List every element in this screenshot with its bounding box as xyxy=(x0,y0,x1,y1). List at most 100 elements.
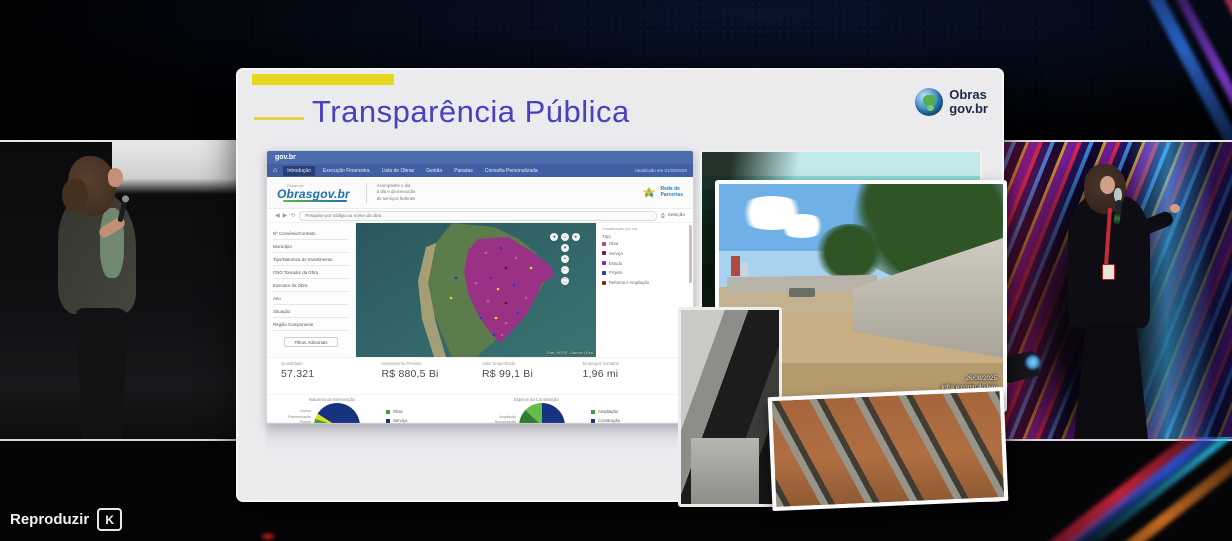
filter-item[interactable]: Município xyxy=(273,240,349,253)
presenter-left xyxy=(52,156,172,439)
play-label[interactable]: Reproduzir xyxy=(10,511,89,528)
stage-light-glow xyxy=(262,534,274,539)
legend-item[interactable]: Projeto xyxy=(602,270,689,275)
chart-legend-item: Obra xyxy=(386,409,407,414)
filter-item[interactable]: Executor da Obra xyxy=(273,279,349,292)
nav-items: Introdução Execução Financeira Lista de Ob… xyxy=(283,166,541,176)
home-icon[interactable]: ⌂ xyxy=(273,167,277,174)
refresh-icon[interactable]: ⟲ xyxy=(290,212,295,219)
presenter-right xyxy=(1058,164,1178,439)
filter-item[interactable]: Região Componente xyxy=(273,318,349,331)
forward-icon[interactable]: ▶ xyxy=(283,212,288,219)
nav-item[interactable]: Introdução xyxy=(283,166,315,176)
logo-line1: Obras xyxy=(949,88,988,102)
pan-right-button[interactable]: ▸ xyxy=(572,233,580,241)
portal-screenshot: gov.br ⌂ Introdução Execução Financeira Li… xyxy=(266,150,694,424)
stat-label: Valor Empenhado xyxy=(482,361,583,366)
map-panel[interactable]: ◂ ⌂ ▸ ▾ + − ⛶ Esri, HERE, Garmin | Esri xyxy=(356,223,596,357)
portal-body: Nº Convênio/ContratoMunicípioTipo/Nature… xyxy=(267,223,693,357)
chart-group: Natureza da Intervenção OutrosPavimentaçã… xyxy=(275,395,480,424)
portal-tagline: Acompanhe o diaa dia e da execuçãode ser… xyxy=(377,183,415,202)
legend-item-label: Serviço xyxy=(609,251,623,256)
charts-row: Natureza da Intervenção OutrosPavimentaçã… xyxy=(267,394,693,424)
chart-title: Natureza da Intervenção xyxy=(309,397,480,402)
chart-legend: AmpliaçãoConstrução xyxy=(591,409,620,424)
stat: Quantidade57.321 xyxy=(281,361,382,394)
presentation-slide: Transparência Pública Obras gov.br gov.b… xyxy=(236,68,1004,502)
stats-row: Quantidade57.321Investimento PrevistoR$ … xyxy=(267,357,693,394)
nav-item[interactable]: Consulta Personalizada xyxy=(481,166,542,176)
filter-sidebar: Nº Convênio/ContratoMunicípioTipo/Nature… xyxy=(267,223,356,357)
legend-color-dot xyxy=(602,251,606,255)
nav-item[interactable]: Lista de Obras xyxy=(378,166,419,176)
filter-item[interactable]: CNO Tomador da Obra xyxy=(273,266,349,279)
nav-item[interactable]: Execução Financeira xyxy=(319,166,374,176)
legend-item[interactable]: Reforma e Ampliação xyxy=(602,280,689,285)
obrasgovbr-logo: Obras gov.br xyxy=(915,88,988,116)
slide-accent-dash xyxy=(254,117,304,120)
chart-legend-dot xyxy=(386,419,390,423)
half-donut-chart xyxy=(314,403,360,424)
stat-label: Quantidade xyxy=(281,361,382,366)
filter-item[interactable]: Situação xyxy=(273,305,349,318)
zoom-out-button[interactable]: − xyxy=(561,266,569,274)
updated-label: Atualizado em 01/09/2025 xyxy=(635,168,687,173)
stage-left xyxy=(0,140,237,441)
stat-value: 1,96 mi xyxy=(583,368,684,380)
map-home-button[interactable]: ⌂ xyxy=(561,233,569,241)
legend-item[interactable]: Estudo xyxy=(602,261,689,266)
stat-value: R$ 880,5 Bi xyxy=(382,368,483,380)
portal-toolbar: ◀ ▶ ⟲ ⎙ Seleção xyxy=(267,209,693,223)
photo-caption-line: 26/08/2025 xyxy=(941,374,997,383)
stat: Valor EmpenhadoR$ 99,1 Bi xyxy=(482,361,583,394)
legend-item-label: Projeto xyxy=(609,270,622,275)
legend-color-dot xyxy=(602,261,606,265)
legend-item[interactable]: Serviço xyxy=(602,251,689,256)
microphone-icon xyxy=(1114,188,1122,202)
portal-reflection xyxy=(266,423,692,449)
half-donut-chart xyxy=(519,403,565,424)
map-attribution: Esri, HERE, Garmin | Esri xyxy=(547,350,593,355)
filter-item[interactable]: Tipo/Natureza do Investimento xyxy=(273,253,349,266)
chart-legend-label: Ampliação xyxy=(598,409,618,414)
stat-label: Empregos Gerados xyxy=(583,361,684,366)
filter-item[interactable]: Ano xyxy=(273,292,349,305)
legend-item[interactable]: Obra xyxy=(602,241,689,246)
zoom-in-button[interactable]: + xyxy=(561,255,569,263)
selection-label[interactable]: Seleção xyxy=(668,213,685,218)
light-streaks-top-right xyxy=(1082,0,1232,140)
chart-legend-label: Obra xyxy=(393,409,403,414)
fullscreen-button[interactable]: ⛶ xyxy=(561,277,569,285)
filter-item[interactable]: Nº Convênio/Contrato xyxy=(273,227,349,240)
tagline-line: de serviços federais xyxy=(377,196,415,202)
partner-line2: Parcerias xyxy=(660,193,683,199)
chart-legend-item: Ampliação xyxy=(591,409,620,414)
player-overlay[interactable]: Reproduzir K xyxy=(10,508,122,531)
export-icon[interactable]: ⎙ xyxy=(661,213,665,219)
govbr-brand: gov.br xyxy=(275,154,296,161)
stat: Empregos Gerados 1,96 mi xyxy=(583,361,684,394)
more-filters-button[interactable]: Filtros Adicionais xyxy=(284,337,338,347)
scrollbar[interactable] xyxy=(689,225,692,283)
legend-title: Classificação por cor xyxy=(602,227,689,231)
portal-search-input[interactable] xyxy=(299,211,657,221)
pan-down-button[interactable]: ▾ xyxy=(561,244,569,252)
legend-color-dot xyxy=(602,242,606,246)
legend-color-dot xyxy=(602,281,606,285)
back-icon[interactable]: ◀ xyxy=(275,212,280,219)
portal-navbar: ⌂ Introdução Execução Financeira Lista de … xyxy=(267,164,693,177)
rede-parcerias-logo: Rede de Parcerias xyxy=(642,186,683,200)
govbr-topbar: gov.br xyxy=(267,151,693,164)
nav-item[interactable]: Paradas xyxy=(450,166,477,176)
chart-legend-dot xyxy=(591,419,595,423)
slide-accent-bar xyxy=(252,74,394,85)
legend-item-label: Obra xyxy=(609,241,618,246)
nav-item[interactable]: Gestão xyxy=(422,166,446,176)
shortcut-key-badge: K xyxy=(97,508,122,531)
pan-left-button[interactable]: ◂ xyxy=(550,233,558,241)
light-streaks-bottom-right xyxy=(972,437,1232,541)
chart-callouts: OutrosPavimentaçãoProjeto xyxy=(275,409,314,424)
logo-line2: gov.br xyxy=(949,102,988,116)
legend-group-label: Tipo xyxy=(602,234,689,239)
legend-color-dot xyxy=(602,271,606,275)
